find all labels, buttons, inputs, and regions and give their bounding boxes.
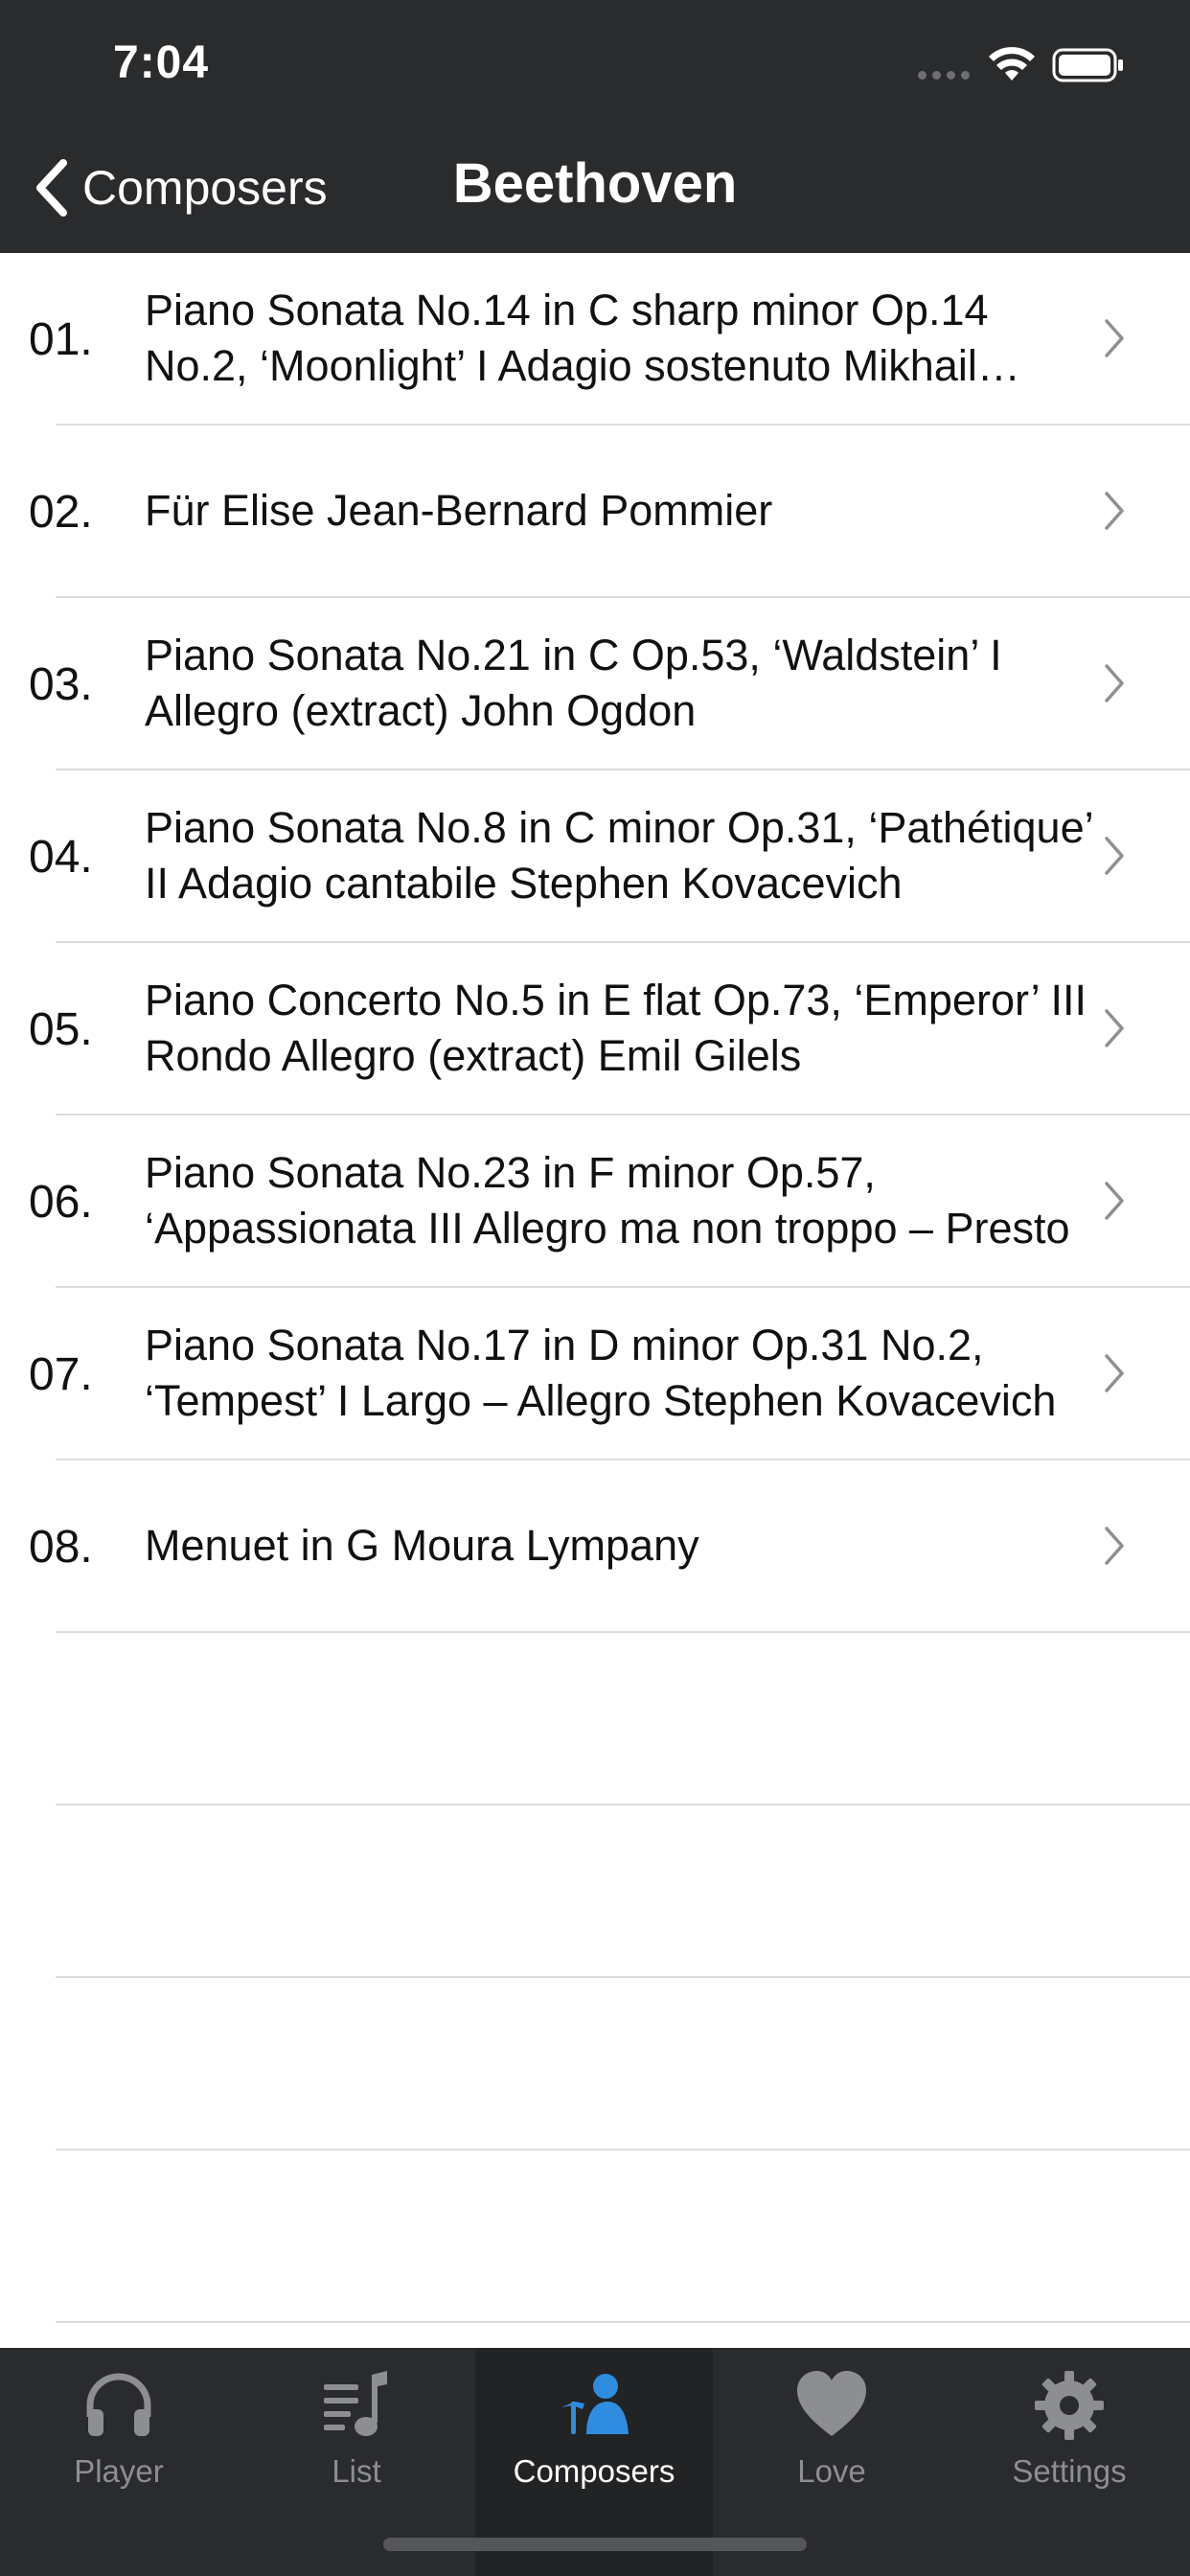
top-bar: 7:04 Composers Beethoven xyxy=(0,0,1190,253)
tab-label: List xyxy=(332,2453,381,2489)
track-number: 08. xyxy=(29,1521,93,1573)
conductor-icon xyxy=(561,2374,629,2434)
tab-player[interactable]: Player xyxy=(0,2348,238,2576)
track-row-02[interactable]: 02. Für Elise Jean-Bernard Pommier xyxy=(0,426,1190,598)
chevron-right-icon xyxy=(1105,319,1124,357)
row-divider xyxy=(56,1631,1190,1633)
chevron-right-icon xyxy=(1105,664,1124,702)
row-divider xyxy=(56,1976,1190,1978)
track-title: Menuet in G Moura Lympany xyxy=(145,1521,699,1570)
tab-settings[interactable]: Settings xyxy=(950,2348,1188,2576)
wifi-icon xyxy=(989,47,1035,80)
track-row-01[interactable]: 01. Piano Sonata No.14 in C sharp minor … xyxy=(0,253,1190,426)
row-divider xyxy=(56,2321,1190,2323)
track-number: 04. xyxy=(29,831,93,883)
battery-icon xyxy=(1052,48,1123,82)
track-title: Piano Sonata No.8 in C minor Op.31, ‘Pat… xyxy=(145,803,1092,908)
row-divider xyxy=(56,1804,1190,1806)
chevron-right-icon xyxy=(1105,1182,1124,1220)
track-list: 01. Piano Sonata No.14 in C sharp minor … xyxy=(0,253,1190,2348)
gear-icon xyxy=(1035,2371,1104,2440)
heart-icon xyxy=(797,2371,866,2436)
track-row-04[interactable]: 04. Piano Sonata No.8 in C minor Op.31, … xyxy=(0,770,1190,943)
track-row-06[interactable]: 06. Piano Sonata No.23 in F minor Op.57,… xyxy=(0,1116,1190,1288)
track-title: Piano Sonata No.14 in C sharp minor Op.1… xyxy=(145,286,989,390)
tab-label: Love xyxy=(797,2453,866,2489)
status-time: 7:04 xyxy=(113,37,210,88)
chevron-right-icon xyxy=(1105,1009,1124,1047)
chevron-right-icon xyxy=(1105,492,1124,530)
track-title: Piano Sonata No.21 in C Op.53, ‘Waldstei… xyxy=(145,631,1002,735)
track-number: 05. xyxy=(29,1003,93,1055)
track-row-03[interactable]: 03. Piano Sonata No.21 in C Op.53, ‘Wald… xyxy=(0,598,1190,770)
music-list-icon xyxy=(324,2371,387,2436)
home-indicator[interactable] xyxy=(383,2538,807,2551)
track-number: 01. xyxy=(29,313,93,365)
row-divider xyxy=(56,2149,1190,2150)
cellular-signal-icon xyxy=(918,71,970,80)
tab-label: Settings xyxy=(1012,2453,1127,2489)
tab-label: Composers xyxy=(513,2453,675,2489)
tab-label: Player xyxy=(74,2453,164,2489)
track-title: Piano Sonata No.17 in D minor Op.31 No.2… xyxy=(145,1321,1057,1425)
track-number: 02. xyxy=(29,486,93,538)
track-title: Piano Concerto No.5 in E flat Op.73, ‘Em… xyxy=(145,976,1087,1080)
track-title: Für Elise Jean-Bernard Pommier xyxy=(145,486,773,535)
track-row-05[interactable]: 05. Piano Concerto No.5 in E flat Op.73,… xyxy=(0,943,1190,1116)
chevron-right-icon xyxy=(1105,1354,1124,1392)
chevron-right-icon xyxy=(1105,1527,1124,1565)
headphones-icon xyxy=(86,2373,151,2436)
track-title: Piano Sonata No.23 in F minor Op.57, ‘Ap… xyxy=(145,1148,1070,1253)
track-number: 03. xyxy=(29,658,93,710)
track-number: 06. xyxy=(29,1176,93,1228)
chevron-right-icon xyxy=(1105,837,1124,875)
track-row-07[interactable]: 07. Piano Sonata No.17 in D minor Op.31 … xyxy=(0,1288,1190,1460)
page-title: Beethoven xyxy=(452,152,738,215)
track-number: 07. xyxy=(29,1348,93,1400)
track-row-08[interactable]: 08. Menuet in G Moura Lympany xyxy=(0,1460,1190,1633)
